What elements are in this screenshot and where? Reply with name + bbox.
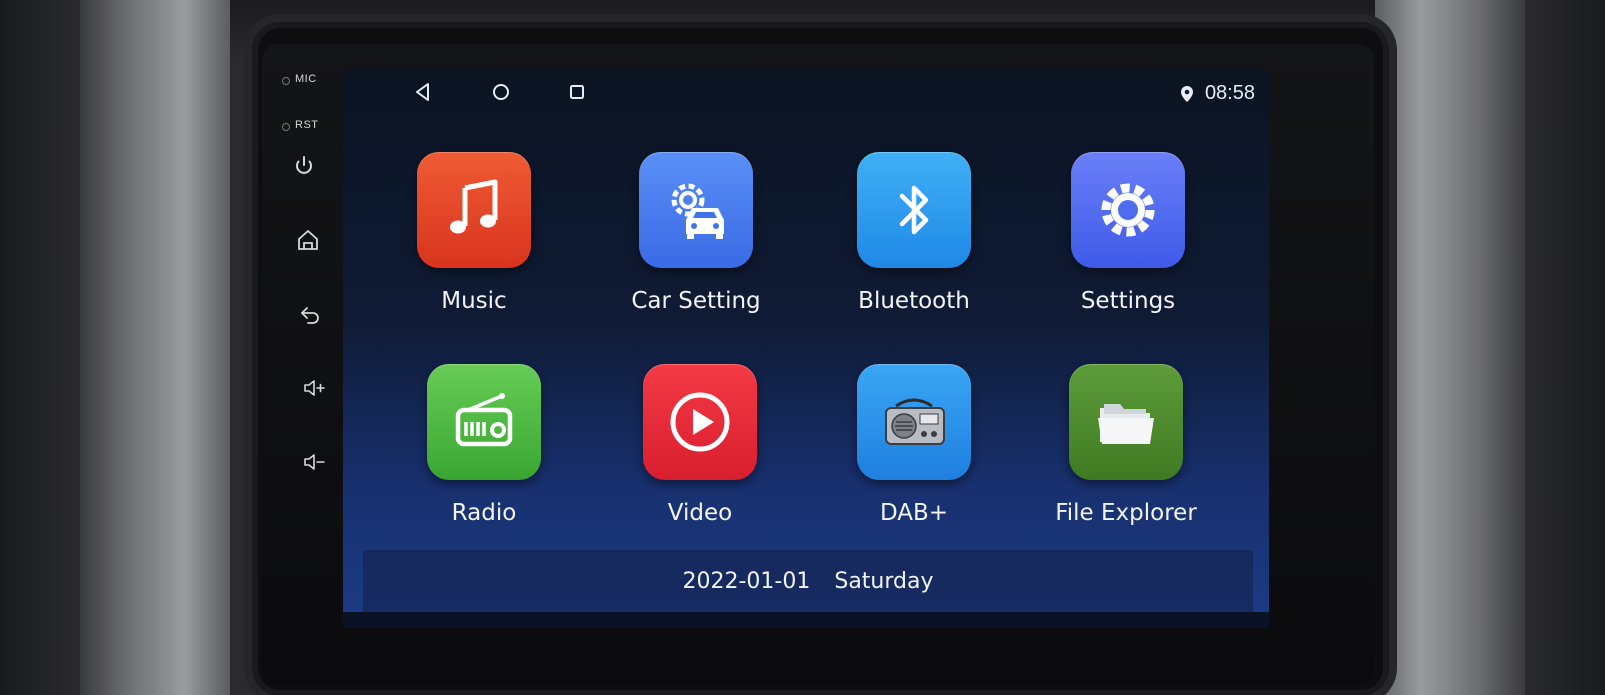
rst-label: RST — [295, 119, 319, 131]
mic-label: MIC — [295, 73, 317, 85]
folder-icon — [1069, 364, 1183, 480]
volume-up-icon[interactable] — [302, 376, 326, 400]
app-video[interactable]: Video — [615, 364, 785, 526]
hardware-keys: MIC RST — [276, 64, 336, 504]
volume-down-icon[interactable] — [302, 450, 326, 474]
screen-bottom-edge — [343, 612, 1269, 628]
app-file-explorer[interactable]: File Explorer — [1041, 364, 1211, 526]
app-label-file-explorer: File Explorer — [1055, 500, 1197, 526]
app-label-bluetooth: Bluetooth — [858, 288, 970, 314]
car-gear-icon — [639, 152, 753, 268]
app-bluetooth[interactable]: Bluetooth — [829, 152, 999, 314]
date-bar: 2022-01-01 Saturday — [363, 550, 1253, 612]
clock: 08:58 — [1204, 82, 1255, 104]
app-label-music: Music — [441, 288, 507, 314]
home-circle-icon[interactable] — [489, 80, 513, 104]
power-icon[interactable] — [292, 154, 316, 178]
app-settings[interactable]: Settings — [1043, 152, 1213, 314]
weekday-text: Saturday — [834, 568, 934, 594]
gear-icon — [1071, 152, 1185, 268]
reset-hole[interactable] — [282, 123, 290, 131]
play-icon — [643, 364, 757, 480]
recents-square-icon[interactable] — [565, 80, 589, 104]
app-label-settings: Settings — [1080, 288, 1176, 314]
home-icon[interactable] — [296, 228, 320, 252]
mic-hole — [282, 77, 290, 85]
app-music[interactable]: Music — [389, 152, 559, 314]
music-note-icon — [417, 152, 531, 268]
home-screen: 08:58 Music Car Setting Bluetooth Settin… — [343, 70, 1269, 628]
date-text: 2022-01-01 — [682, 568, 811, 594]
dashboard-left-panel — [0, 0, 80, 695]
back-icon[interactable] — [298, 302, 322, 326]
back-triangle-icon[interactable] — [411, 80, 435, 104]
app-label-car-setting: Car Setting — [631, 288, 761, 314]
dashboard-right-panel — [1525, 0, 1605, 695]
app-label-video: Video — [667, 500, 733, 526]
app-radio[interactable]: Radio — [399, 364, 569, 526]
app-label-dab: DAB+ — [879, 500, 949, 526]
dab-radio-icon — [857, 364, 971, 480]
app-label-radio: Radio — [451, 500, 517, 526]
bluetooth-icon — [857, 152, 971, 268]
app-car-setting[interactable]: Car Setting — [611, 152, 781, 314]
app-dab[interactable]: DAB+ — [829, 364, 999, 526]
status-bar: 08:58 — [343, 70, 1269, 114]
radio-icon — [427, 364, 541, 480]
location-pin-icon — [1179, 85, 1195, 103]
